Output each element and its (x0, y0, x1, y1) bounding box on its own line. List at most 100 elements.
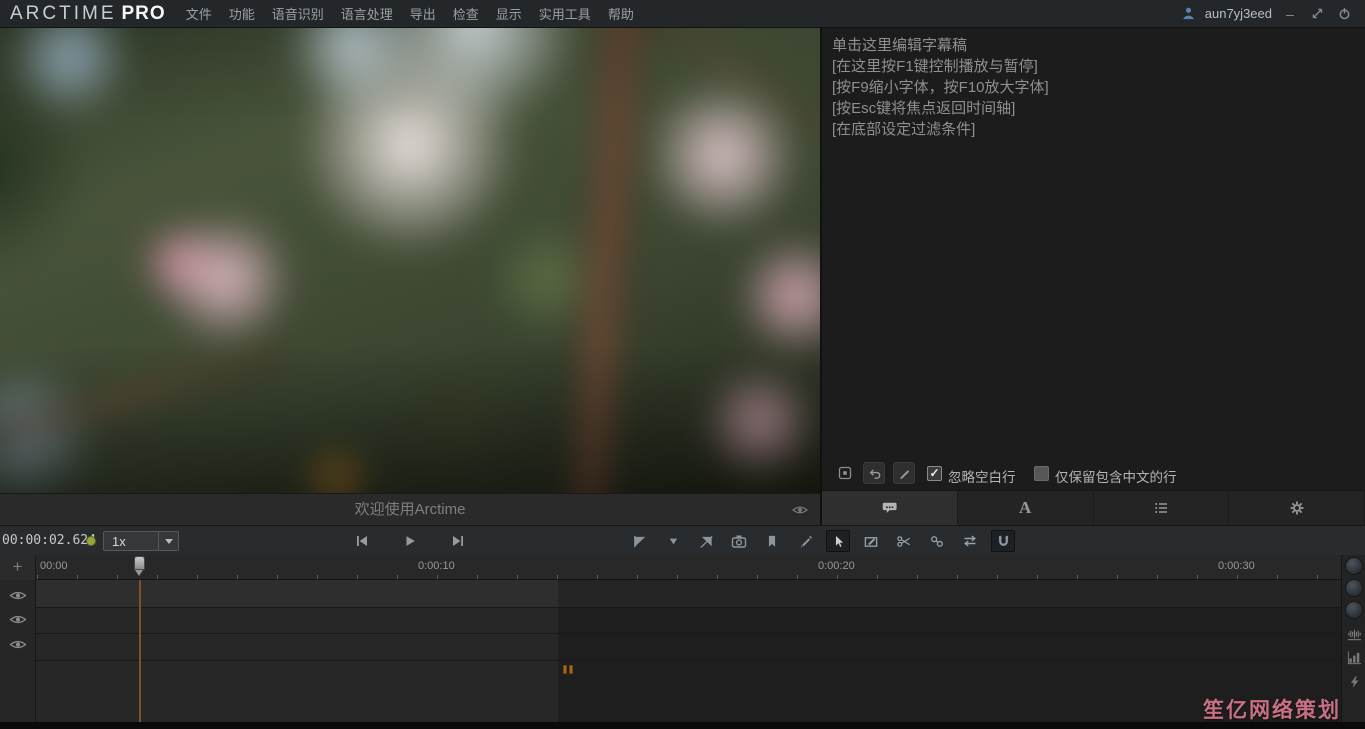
arctime-window: ARCTIME PRO 文件功能语音识别语言处理导出检查显示实用工具帮助 aun… (0, 0, 1365, 729)
menu-item[interactable]: 帮助 (608, 4, 634, 23)
menu-item[interactable]: 显示 (496, 4, 522, 23)
editor-toolbar: ✓ 忽略空白行 仅保留包含中文的行 (822, 458, 1365, 490)
ruler-tick (997, 575, 998, 579)
gear-icon (1289, 500, 1305, 516)
ruler-tick (757, 575, 758, 579)
ruler-label: 0:00:30 (1218, 560, 1255, 572)
playhead-grip[interactable] (134, 556, 145, 570)
tab-subtitles[interactable] (822, 490, 958, 525)
menu-item[interactable]: 语言处理 (341, 4, 393, 23)
ruler-label: 0:00:20 (818, 560, 855, 572)
knob-icon-3[interactable] (1345, 601, 1363, 619)
ruler-tick (357, 575, 358, 579)
minimize-button[interactable]: – (1281, 5, 1299, 23)
menu-item[interactable]: 检查 (453, 4, 479, 23)
tab-settings[interactable] (1229, 490, 1365, 525)
ruler-tick (477, 575, 478, 579)
knob-icon-2[interactable] (1345, 579, 1363, 597)
ruler-tick (837, 575, 838, 579)
track-divider (36, 633, 1341, 634)
caption-bar: 欢迎使用Arctime (0, 493, 820, 525)
playhead-line[interactable] (139, 580, 141, 722)
track3-visibility-eye-icon[interactable] (9, 638, 27, 651)
subtitle-line[interactable]: [在底部设定过滤条件] (832, 119, 1365, 140)
waveform-icon[interactable] (1346, 626, 1362, 642)
insert-box-icon[interactable] (834, 462, 856, 484)
play-button[interactable] (398, 530, 422, 552)
subtitle-line[interactable]: [按F9缩小字体，按F10放大字体] (832, 77, 1365, 98)
camera-icon[interactable] (727, 530, 751, 552)
logo-arctime: ARCTIME (10, 3, 117, 25)
maximize-icon[interactable] (1308, 5, 1326, 23)
bar-chart-icon[interactable] (1346, 649, 1362, 665)
subtitle-text-area[interactable]: 单击这里编辑字幕稿[在这里按F1键控制播放与暂停][按F9缩小字体，按F10放大… (822, 28, 1365, 140)
ruler-tick (1277, 575, 1278, 579)
track1-visibility-eye-icon[interactable] (9, 589, 27, 602)
user-area: aun7yj3eed – (1181, 5, 1353, 23)
out-point-flag-icon[interactable] (694, 530, 718, 552)
ruler-tick (1197, 575, 1198, 579)
bookmark-icon[interactable] (760, 530, 784, 552)
font-style-icon: A (1019, 498, 1031, 518)
caption-visibility-eye-icon[interactable] (792, 504, 808, 516)
subtitle-clip-marker[interactable] (563, 665, 567, 674)
subtitle-clip-marker[interactable] (569, 665, 573, 674)
menu-bar: ARCTIME PRO 文件功能语音识别语言处理导出检查显示实用工具帮助 aun… (0, 0, 1365, 28)
down-triangle-icon[interactable] (661, 530, 685, 552)
subtitle-line[interactable]: [在这里按F1键控制播放与暂停] (832, 56, 1365, 77)
track-header-column (0, 580, 36, 722)
playback-speed-dropdown[interactable]: 1x (103, 531, 179, 551)
ruler-tick (877, 575, 878, 579)
username-label: aun7yj3eed (1205, 6, 1272, 21)
subtitle-editor-panel: 单击这里编辑字幕稿[在这里按F1键控制播放与暂停][按F9缩小字体，按F10放大… (820, 28, 1365, 525)
pencil-icon[interactable] (893, 462, 915, 484)
magnet-snap-icon[interactable] (991, 530, 1015, 552)
skip-to-start-button[interactable] (350, 530, 374, 552)
ruler-tick (77, 575, 78, 579)
logo-pro: PRO (122, 3, 166, 25)
welcome-caption: 欢迎使用Arctime (0, 494, 820, 525)
subtitle-line[interactable]: 单击这里编辑字幕稿 (832, 35, 1365, 56)
video-vignette (0, 28, 820, 493)
chinese-only-checkbox[interactable] (1034, 466, 1049, 481)
marker-pen-icon[interactable] (793, 530, 817, 552)
power-close-icon[interactable] (1335, 5, 1353, 23)
menu-item[interactable]: 功能 (229, 4, 255, 23)
ruler-tick (917, 575, 918, 579)
knob-icon-1[interactable] (1345, 557, 1363, 575)
menu-item[interactable]: 实用工具 (539, 4, 591, 23)
in-point-flag-icon[interactable] (628, 530, 652, 552)
swap-arrows-icon[interactable] (958, 530, 982, 552)
app-logo: ARCTIME PRO (10, 3, 166, 25)
ruler-tick (517, 575, 518, 579)
lightning-icon[interactable] (1346, 674, 1362, 690)
select-tool-cursor-icon[interactable] (826, 530, 850, 552)
add-track-button[interactable]: + (0, 555, 36, 580)
dropdown-arrow-icon[interactable] (158, 532, 178, 550)
video-preview[interactable] (0, 28, 820, 493)
undo-icon[interactable] (863, 462, 885, 484)
timecode-display: 00:00:02.624 (2, 533, 96, 548)
timeline-ruler[interactable]: + 00:000:00:100:00:200:00:30 (0, 555, 1341, 580)
ruler-tick (797, 575, 798, 579)
ruler-tick (437, 575, 438, 579)
skip-to-end-button[interactable] (446, 530, 470, 552)
ruler-tick (717, 575, 718, 579)
ruler-tick (1077, 575, 1078, 579)
menu-item[interactable]: 语音识别 (272, 4, 324, 23)
editor-tab-bar: A (822, 490, 1365, 525)
ignore-blank-lines-checkbox[interactable]: ✓ (927, 466, 942, 481)
link-icon[interactable] (925, 530, 949, 552)
ruler-tick (317, 575, 318, 579)
menu-item[interactable]: 文件 (186, 4, 212, 23)
scissors-icon[interactable] (892, 530, 916, 552)
track2-visibility-eye-icon[interactable] (9, 613, 27, 626)
timeline-tracks[interactable] (0, 580, 1341, 722)
edit-block-icon[interactable] (859, 530, 883, 552)
transport-bar: 00:00:02.624 1x (0, 525, 1365, 555)
bottom-scrollbar-strip[interactable] (0, 722, 1365, 729)
subtitle-line[interactable]: [按Esc键将焦点返回时间轴] (832, 98, 1365, 119)
tab-style[interactable]: A (958, 490, 1094, 525)
tab-list[interactable] (1094, 490, 1230, 525)
menu-item[interactable]: 导出 (410, 4, 436, 23)
